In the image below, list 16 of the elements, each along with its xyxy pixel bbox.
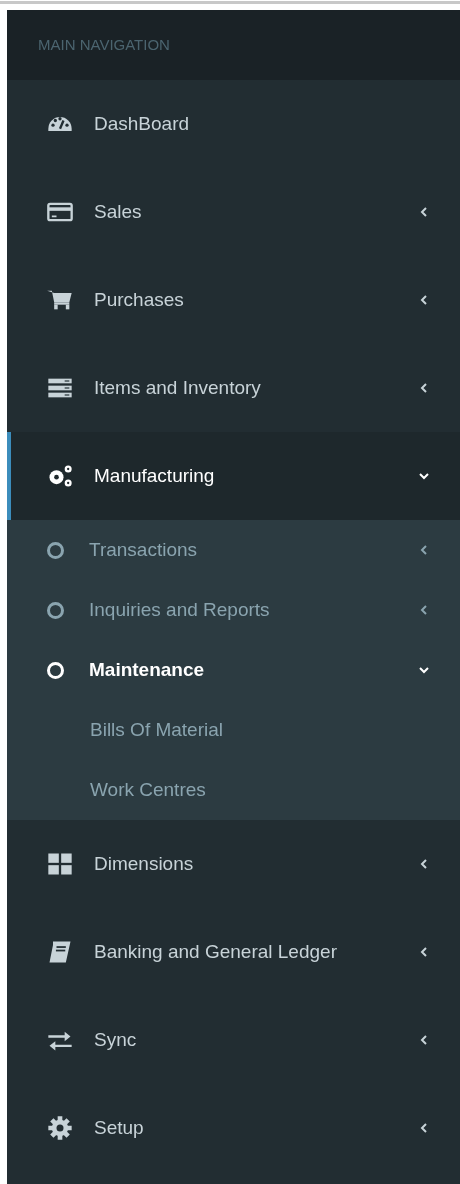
nav-item[interactable]: Sync	[7, 996, 460, 1084]
nav-item[interactable]: Banking and General Ledger	[7, 908, 460, 996]
submenu-link[interactable]: Bills Of Material	[7, 700, 460, 760]
nav-item[interactable]: DashBoard	[7, 80, 460, 168]
submenu-link[interactable]: Work Centres	[7, 760, 460, 820]
nav-item[interactable]: Dimensions	[7, 820, 460, 908]
nav-item[interactable]: Manufacturing	[7, 432, 460, 520]
gear-icon	[46, 1114, 74, 1142]
submenu-item[interactable]: Inquiries and Reports	[7, 580, 460, 640]
nav-item[interactable]: Items and Inventory	[7, 344, 460, 432]
submenu-item[interactable]: Transactions	[7, 520, 460, 580]
nav-item[interactable]: Sales	[7, 168, 460, 256]
nav-item[interactable]: Setup	[7, 1084, 460, 1172]
section-header: MAIN NAVIGATION	[7, 10, 460, 80]
submenu-item[interactable]: Maintenance	[7, 640, 460, 700]
nav-item[interactable]: Purchases	[7, 256, 460, 344]
